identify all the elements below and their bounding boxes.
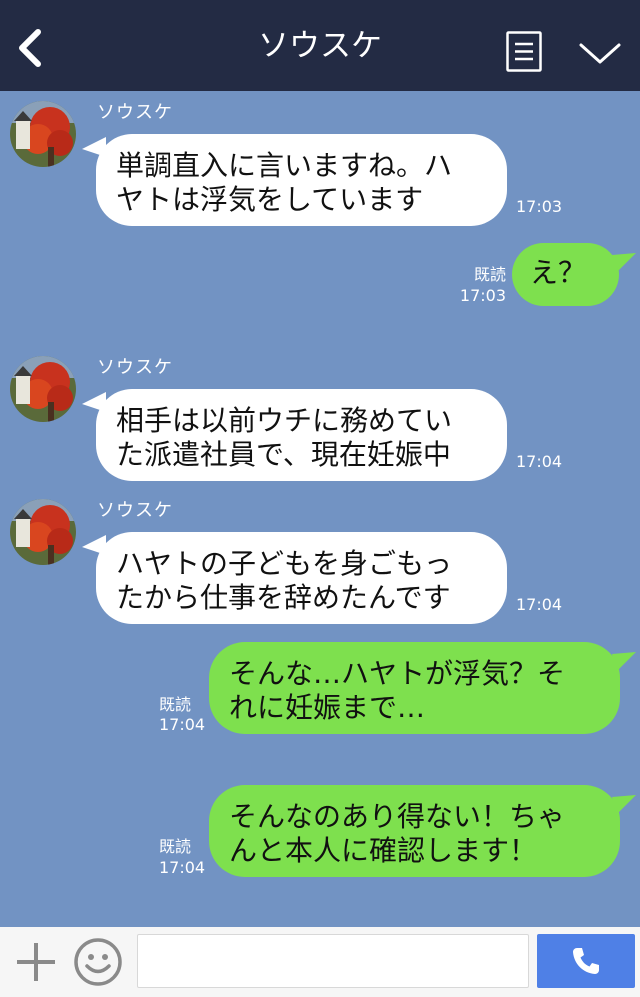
- plus-icon: [17, 943, 55, 981]
- message-bubble[interactable]: そんなのあり得ない！ちゃ んと本人に確認します！: [209, 785, 620, 877]
- add-button[interactable]: [13, 939, 59, 985]
- chat-header: ソウスケ: [0, 0, 640, 91]
- message-input[interactable]: [137, 934, 529, 988]
- message-line: ヤトは浮気をしています: [116, 183, 424, 216]
- message-line: え？: [530, 256, 587, 289]
- message-line: 単調直入に言いますね。ハ: [116, 149, 453, 182]
- message-line: んと本人に確認します！: [229, 834, 538, 867]
- message-time: 17:04: [516, 452, 563, 471]
- read-status: 既読: [159, 695, 192, 714]
- avatar-tree-castle-icon: [10, 356, 76, 422]
- message-time: 17:04: [159, 715, 206, 734]
- avatar-tree-castle-icon: [10, 101, 76, 167]
- message-bubble[interactable]: 相手は以前ウチに務めてい た派遣社員で、現在妊娠中: [96, 389, 507, 481]
- message-time: 17:03: [516, 197, 563, 216]
- message-bubble[interactable]: ハヤトの子どもを身ごもっ たから仕事を辞めたんです: [96, 532, 507, 624]
- message-time: 17:04: [159, 858, 206, 877]
- bubble-tail: [612, 795, 636, 815]
- emoji-button[interactable]: [73, 937, 123, 987]
- avatar[interactable]: [10, 356, 76, 422]
- sender-name: ソウスケ: [97, 357, 173, 378]
- message-bubble[interactable]: え？: [512, 243, 619, 306]
- menu-button[interactable]: [506, 31, 542, 72]
- sender-name: ソウスケ: [97, 500, 173, 521]
- avatar[interactable]: [10, 101, 76, 167]
- message-line: 相手は以前ウチに務めてい: [116, 404, 453, 437]
- message-time: 17:03: [459, 286, 506, 305]
- smiley-icon: [74, 938, 122, 986]
- sender-name: ソウスケ: [97, 102, 173, 123]
- bubble-tail: [612, 652, 636, 672]
- message-line: た派遣社員で、現在妊娠中: [116, 438, 451, 471]
- message-line: そんな…ハヤトが浮気？そ: [229, 657, 566, 690]
- message-line: れに妊娠まで…: [229, 691, 426, 724]
- phone-icon: [573, 948, 599, 974]
- message-line: たから仕事を辞めたんです: [116, 581, 451, 614]
- message-bubble[interactable]: 単調直入に言いますね。ハ ヤトは浮気をしています: [96, 134, 507, 226]
- call-button[interactable]: [537, 934, 635, 988]
- read-status: 既読: [159, 837, 192, 856]
- message-bubble[interactable]: そんな…ハヤトが浮気？そ れに妊娠まで…: [209, 642, 620, 734]
- chevron-down-icon: [579, 43, 621, 64]
- chat-area[interactable]: ソウスケ 単調直入に言いますね。ハ ヤトは浮気をしています 17:03 既読 1…: [0, 91, 640, 927]
- collapse-button[interactable]: [578, 38, 622, 68]
- bubble-tail: [612, 253, 636, 273]
- message-line: そんなのあり得ない！ちゃ: [229, 800, 566, 833]
- avatar-tree-castle-icon: [10, 499, 76, 565]
- avatar[interactable]: [10, 499, 76, 565]
- chat-title: ソウスケ: [258, 28, 382, 64]
- message-composer: [0, 927, 640, 997]
- message-line: ハヤトの子どもを身ごもっ: [116, 547, 453, 580]
- list-menu-icon: [506, 31, 542, 72]
- message-time: 17:04: [516, 595, 563, 614]
- read-status: 既読: [473, 265, 506, 284]
